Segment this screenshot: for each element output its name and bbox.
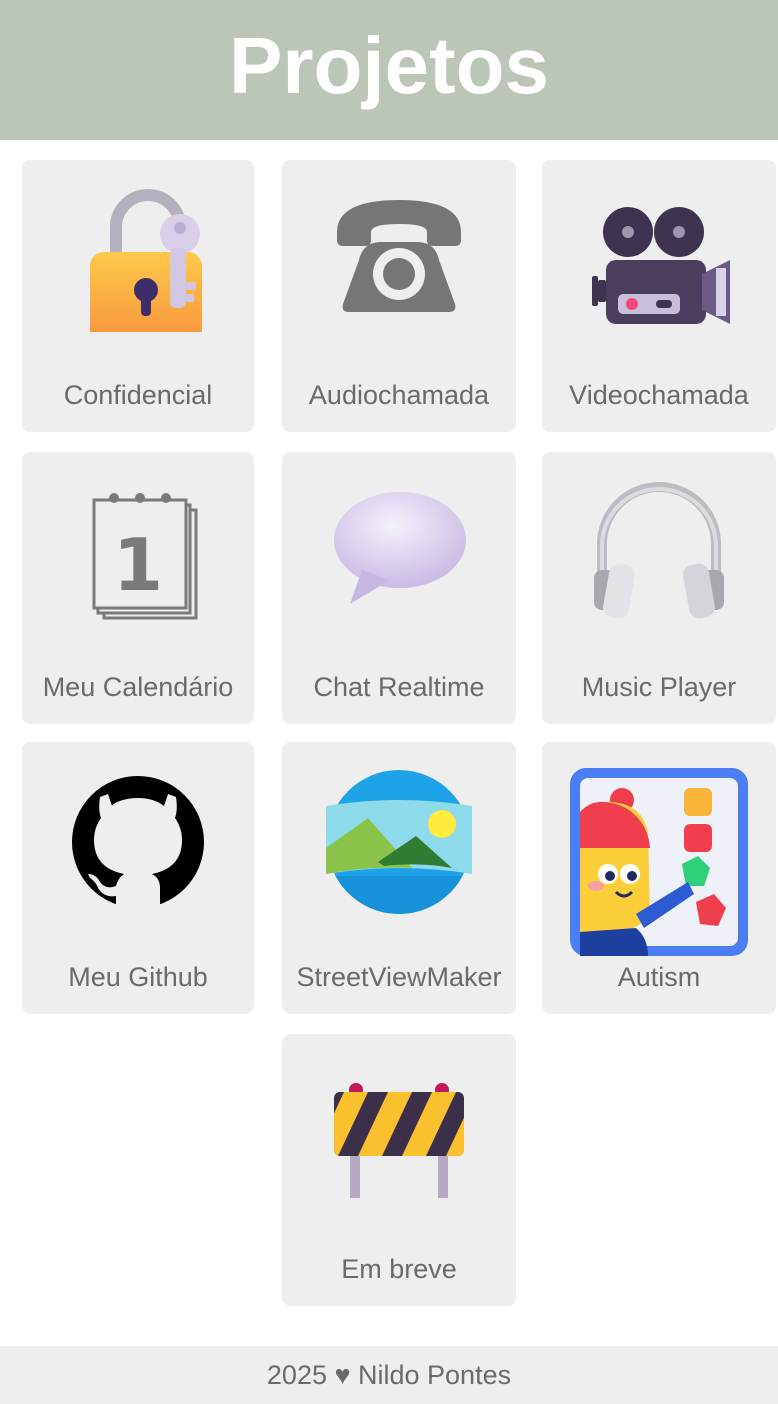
telephone-icon: [282, 182, 516, 332]
svg-text:1: 1: [113, 523, 163, 607]
page-title: Projetos: [228, 21, 550, 110]
project-label: Audiochamada: [308, 380, 490, 410]
project-card-em-breve[interactable]: Em breve: [282, 1034, 516, 1306]
panorama-icon: [282, 764, 516, 914]
project-card-videochamada[interactable]: Videochamada: [542, 160, 776, 432]
project-label: Em breve: [341, 1254, 457, 1284]
autism-game-icon: [542, 764, 776, 960]
construction-barrier-icon: [282, 1056, 516, 1206]
project-label: StreetViewMaker: [296, 962, 502, 992]
project-label: Confidencial: [63, 380, 213, 410]
github-icon: [22, 764, 254, 914]
project-card-chat-realtime[interactable]: Chat Realtime: [282, 452, 516, 724]
project-card-music-player[interactable]: Music Player: [542, 452, 776, 724]
project-card-streetviewmaker[interactable]: StreetViewMaker: [282, 742, 516, 1014]
page-header: Projetos: [0, 0, 778, 140]
project-label: Meu Github: [68, 962, 208, 992]
lock-with-key-icon: [22, 182, 254, 332]
project-label: Music Player: [581, 672, 737, 702]
project-card-meu-calendario[interactable]: 1 Meu Calendário: [22, 452, 254, 724]
project-label: Autism: [617, 962, 701, 992]
project-label: Meu Calendário: [42, 672, 234, 702]
project-label: Videochamada: [569, 380, 749, 410]
page-footer: 2025 ♥ Nildo Pontes: [0, 1346, 778, 1404]
speech-bubble-icon: [282, 474, 516, 624]
project-card-confidencial[interactable]: Confidencial: [22, 160, 254, 432]
calendar-icon: 1: [22, 474, 254, 624]
headphones-icon: [542, 474, 776, 624]
project-card-meu-github[interactable]: Meu Github: [22, 742, 254, 1014]
movie-camera-icon: [542, 182, 776, 332]
project-card-autism[interactable]: Autism: [542, 742, 776, 1014]
project-card-audiochamada[interactable]: Audiochamada: [282, 160, 516, 432]
project-label: Chat Realtime: [313, 672, 485, 702]
footer-credit: 2025 ♥ Nildo Pontes: [266, 1359, 512, 1390]
